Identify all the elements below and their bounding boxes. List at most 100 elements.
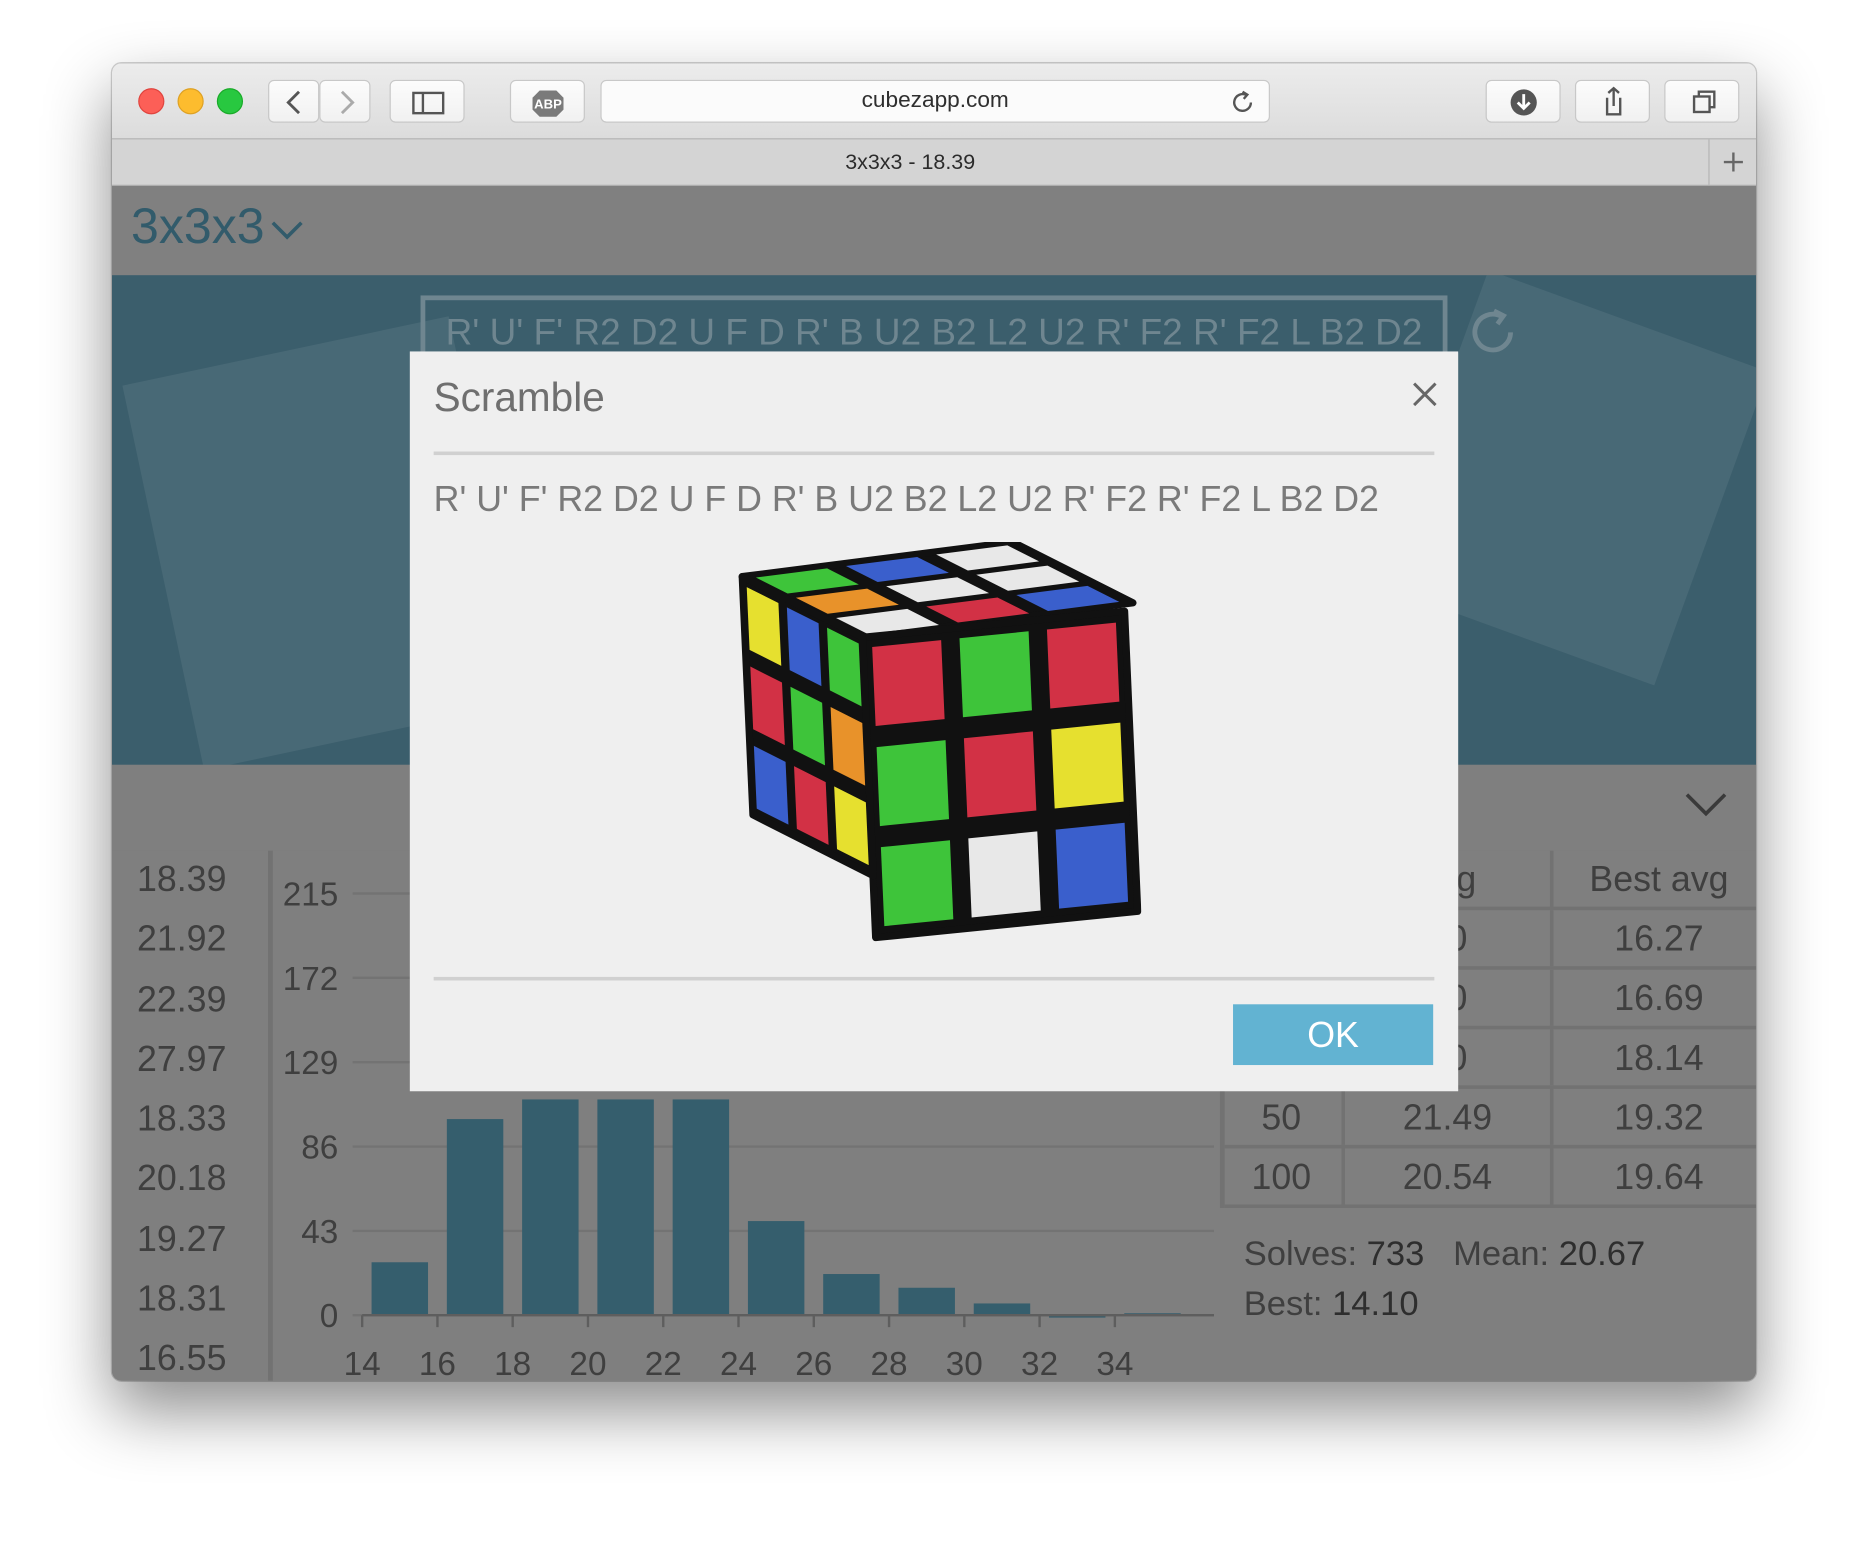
x-tick-label: 26	[795, 1346, 832, 1381]
new-tab-button[interactable]	[1708, 139, 1756, 185]
x-tick-label: 24	[720, 1346, 757, 1381]
cube-sticker	[968, 831, 1041, 918]
ok-button[interactable]: OK	[1233, 1004, 1434, 1066]
x-tick-label: 14	[344, 1346, 381, 1381]
share-icon	[1605, 86, 1622, 116]
x-tick-label: 18	[494, 1346, 531, 1381]
table-cell: 50	[1261, 1098, 1302, 1138]
abp-icon: ABP	[532, 90, 564, 117]
time-entry[interactable]: 22.39	[112, 970, 268, 1030]
scramble-dialog: Scramble R' U' F' R2 D2 U F D R' B U2 B2…	[409, 351, 1459, 1092]
table-cell: 18.14	[1549, 1029, 1756, 1086]
cube-preview	[738, 542, 1142, 942]
histogram-bar	[898, 1287, 955, 1316]
cube-sticker	[1055, 822, 1129, 909]
zoom-window-button[interactable]	[216, 88, 244, 115]
table-cell: 21.49	[1341, 1088, 1549, 1145]
time-entry[interactable]: 27.97	[112, 1030, 268, 1090]
app-header: 3x3x3	[111, 185, 1757, 276]
table-cell: 16.69	[1549, 969, 1756, 1026]
new-tab-icon	[1723, 152, 1743, 172]
table-row[interactable]: 50 21.49 19.32	[1224, 1088, 1757, 1149]
dialog-title: Scramble	[433, 375, 605, 421]
y-tick-label: 43	[301, 1214, 338, 1251]
time-entry[interactable]: 18.33	[112, 1090, 268, 1150]
close-window-button[interactable]	[138, 88, 165, 115]
sidebar-button[interactable]	[389, 79, 465, 123]
x-tick-label: 32	[1021, 1346, 1058, 1381]
time-entry[interactable]: 21.92	[112, 911, 268, 971]
table-cell: 20.54	[1341, 1148, 1549, 1205]
refresh-scramble-icon[interactable]	[1468, 307, 1518, 357]
x-tick-label: 16	[419, 1346, 456, 1381]
tabs-overview-button[interactable]	[1664, 79, 1740, 123]
y-tick-label: 0	[320, 1298, 339, 1335]
best-label: Best:	[1243, 1285, 1323, 1324]
y-tick-label: 129	[283, 1045, 339, 1082]
sidebar-icon	[412, 91, 445, 115]
chevron-down-icon[interactable]	[1685, 791, 1728, 817]
histogram-bar	[446, 1119, 504, 1316]
histogram-bar	[371, 1262, 429, 1316]
solves-value: 733	[1366, 1235, 1425, 1274]
divider	[433, 976, 1435, 981]
histogram-bar	[747, 1221, 805, 1316]
reload-icon[interactable]	[1228, 88, 1257, 117]
adblock-button[interactable]: ABP	[509, 79, 585, 123]
forward-button[interactable]	[319, 79, 371, 123]
y-tick-label: 215	[283, 876, 339, 913]
dialog-scramble-text: R' U' F' R2 D2 U F D R' B U2 B2 L2 U2 R'…	[433, 480, 1379, 520]
time-entry[interactable]: 16.55	[112, 1330, 268, 1381]
time-entry[interactable]: 19.27	[112, 1210, 268, 1270]
chevron-down-icon	[271, 221, 303, 240]
back-icon	[286, 90, 301, 115]
table-cell: 19.64	[1549, 1148, 1756, 1205]
minimize-window-button[interactable]	[177, 88, 204, 115]
browser-toolbar: ABP cubezapp.com	[111, 63, 1757, 140]
table-header-cell: Best avg	[1549, 850, 1756, 907]
back-button[interactable]	[268, 79, 320, 123]
x-tick-label: 28	[871, 1346, 908, 1381]
y-tick-label: 172	[283, 961, 339, 998]
download-icon	[1510, 89, 1537, 116]
tab-bar: 3x3x3 - 18.39	[111, 139, 1757, 186]
svg-text:ABP: ABP	[534, 96, 562, 111]
summary-stats: Solves: 733 Mean: 20.67 Best: 14.10	[1244, 1229, 1645, 1329]
solves-label: Solves:	[1243, 1235, 1358, 1274]
histogram-bar	[672, 1099, 730, 1316]
share-button[interactable]	[1574, 79, 1650, 123]
cube-sticker	[963, 731, 1037, 818]
tabs-icon	[1692, 90, 1716, 114]
histogram-bar	[823, 1274, 880, 1316]
tab-active[interactable]: 3x3x3 - 18.39	[112, 139, 1708, 184]
puzzle-name: 3x3x3	[131, 197, 265, 254]
downloads-button[interactable]	[1485, 79, 1561, 123]
mean-label: Mean:	[1453, 1235, 1550, 1274]
recent-times-list: 18.39 21.92 22.39 27.97 18.33 20.18 19.2…	[112, 850, 273, 1381]
mean-value: 20.67	[1558, 1235, 1646, 1274]
time-entry[interactable]: 20.18	[112, 1150, 268, 1210]
table-cell: 19.32	[1549, 1088, 1756, 1145]
histogram-bar	[973, 1303, 1031, 1316]
table-cell: 16.27	[1549, 910, 1756, 967]
time-entry[interactable]: 18.39	[112, 851, 268, 911]
x-tick-label: 20	[569, 1346, 606, 1381]
url-text: cubezapp.com	[861, 88, 1009, 114]
divider	[433, 451, 1435, 456]
cube-sticker	[872, 640, 945, 726]
best-value: 14.10	[1332, 1285, 1419, 1324]
close-icon[interactable]	[1411, 380, 1440, 409]
cube-sticker	[876, 740, 950, 827]
forward-icon	[340, 90, 355, 115]
address-bar[interactable]: cubezapp.com	[600, 79, 1270, 123]
cube-sticker	[1051, 722, 1124, 809]
time-entry[interactable]: 18.31	[112, 1270, 268, 1330]
y-tick-label: 86	[301, 1129, 338, 1166]
x-tick-label: 22	[645, 1346, 682, 1381]
cube-sticker	[880, 840, 954, 927]
puzzle-selector[interactable]: 3x3x3	[131, 198, 305, 255]
x-tick-label: 34	[1096, 1346, 1133, 1381]
histogram-bar	[522, 1099, 579, 1316]
table-row[interactable]: 100 20.54 19.64	[1224, 1148, 1757, 1209]
cube-sticker	[959, 631, 1032, 718]
